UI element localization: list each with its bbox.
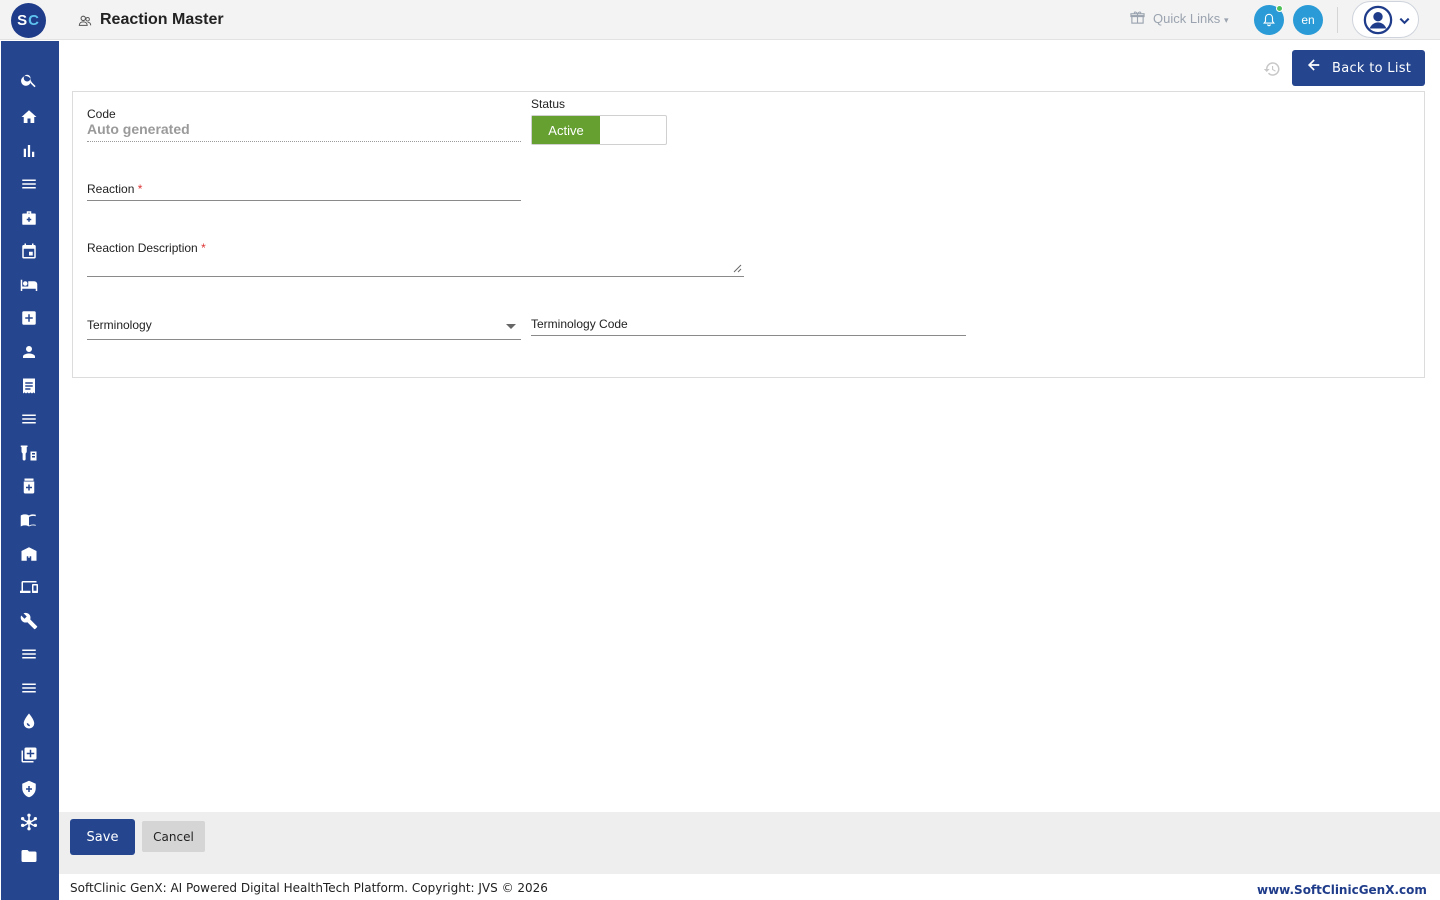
sidebar-item-library[interactable] <box>20 511 38 529</box>
sidebar-item-store[interactable] <box>20 545 38 563</box>
sidebar-item-clinical[interactable] <box>20 309 38 327</box>
menu-icon <box>22 179 36 189</box>
terminology-select[interactable] <box>87 339 521 340</box>
sidebar-item-devices[interactable] <box>20 578 38 596</box>
code-field-underline <box>87 141 521 142</box>
footer-website-link[interactable]: www.SoftClinicGenX.com <box>1257 883 1427 897</box>
bell-icon <box>1263 13 1275 27</box>
sidebar-item-blood-bank[interactable] <box>20 712 38 730</box>
devices-icon <box>20 581 38 593</box>
action-bar <box>59 812 1440 874</box>
sidebar-item-add-record[interactable] <box>20 746 38 764</box>
sidebar-item-insurance[interactable] <box>20 780 38 798</box>
lab-icon <box>20 445 37 461</box>
sidebar-item-pharmacy[interactable] <box>20 477 38 495</box>
resize-handle-icon[interactable] <box>733 264 742 273</box>
blood-drop-icon <box>23 713 35 729</box>
sidebar-item-integration[interactable] <box>20 813 38 831</box>
sidebar-item-search[interactable] <box>20 71 38 89</box>
bar-chart-icon <box>23 145 35 157</box>
calendar-icon <box>22 243 36 259</box>
sidebar-item-menu-4[interactable] <box>20 679 38 697</box>
history-icon[interactable] <box>1263 60 1281 78</box>
folder-icon <box>21 850 37 862</box>
app-logo[interactable]: SC <box>11 3 46 38</box>
divider <box>1337 7 1338 33</box>
sidebar-item-billing[interactable] <box>20 377 38 395</box>
sidebar-item-patient[interactable] <box>20 343 38 361</box>
notification-badge <box>1276 5 1283 12</box>
sidebar-item-tools[interactable] <box>20 612 38 630</box>
sidebar-item-reports[interactable] <box>20 142 38 160</box>
cancel-button[interactable]: Cancel <box>142 821 205 852</box>
reaction-description-textarea[interactable] <box>87 276 744 277</box>
terminology-code-label: Terminology Code <box>531 317 628 331</box>
page-title: Reaction Master <box>100 11 224 28</box>
wrench-icon <box>20 612 38 630</box>
medical-bag-icon <box>22 211 36 225</box>
sidebar-item-home[interactable] <box>20 108 38 126</box>
network-icon <box>20 813 38 831</box>
home-icon <box>21 110 37 123</box>
arrow-left-icon <box>1307 59 1320 71</box>
add-box-icon <box>21 747 37 763</box>
sidebar <box>1 41 59 900</box>
terminology-label: Terminology <box>87 318 152 332</box>
sidebar-item-menu-3[interactable] <box>20 645 38 663</box>
required-mark: * <box>137 182 143 196</box>
chevron-down-icon <box>1399 17 1410 25</box>
status-active-option[interactable]: Active <box>532 116 600 144</box>
code-field: Auto generated <box>87 121 190 137</box>
bed-icon <box>20 279 38 291</box>
user-menu-button[interactable] <box>1352 1 1419 38</box>
sidebar-item-medical-kit[interactable] <box>20 209 38 227</box>
avatar-icon <box>1363 5 1393 35</box>
status-toggle[interactable]: Active <box>531 115 667 145</box>
language-button[interactable]: en <box>1293 5 1323 35</box>
dropdown-arrow-icon[interactable] <box>506 324 516 329</box>
reaction-label: Reaction * <box>87 182 143 196</box>
shield-plus-icon <box>22 780 36 798</box>
code-label: Code <box>87 107 116 121</box>
menu-icon <box>22 414 36 424</box>
reaction-description-label: Reaction Description * <box>87 241 206 255</box>
sidebar-item-ward[interactable] <box>20 276 38 294</box>
group-icon <box>78 15 92 26</box>
chevron-down-icon: ▾ <box>1224 15 1229 25</box>
book-icon <box>20 514 36 527</box>
gift-icon[interactable] <box>1130 10 1145 25</box>
receipt-icon <box>23 378 35 394</box>
sidebar-item-documents[interactable] <box>20 847 38 865</box>
sidebar-item-menu-1[interactable] <box>20 175 38 193</box>
menu-icon <box>22 649 36 659</box>
store-icon <box>21 547 37 561</box>
menu-icon <box>22 683 36 693</box>
sidebar-item-lab[interactable] <box>20 444 38 462</box>
sidebar-item-calendar[interactable] <box>20 242 38 260</box>
reaction-input[interactable] <box>87 200 521 201</box>
quick-links-menu[interactable]: Quick Links <box>1153 11 1220 26</box>
person-icon <box>23 346 35 358</box>
status-label: Status <box>531 97 566 111</box>
save-button[interactable]: Save <box>70 819 135 855</box>
terminology-code-input[interactable] <box>531 335 966 336</box>
pharmacy-icon <box>23 478 35 494</box>
sidebar-item-menu-2[interactable] <box>20 410 38 428</box>
medical-plus-icon <box>22 311 36 325</box>
footer-copyright: SoftClinic GenX: AI Powered Digital Heal… <box>70 881 548 895</box>
search-icon <box>21 74 36 88</box>
required-mark: * <box>201 241 206 255</box>
